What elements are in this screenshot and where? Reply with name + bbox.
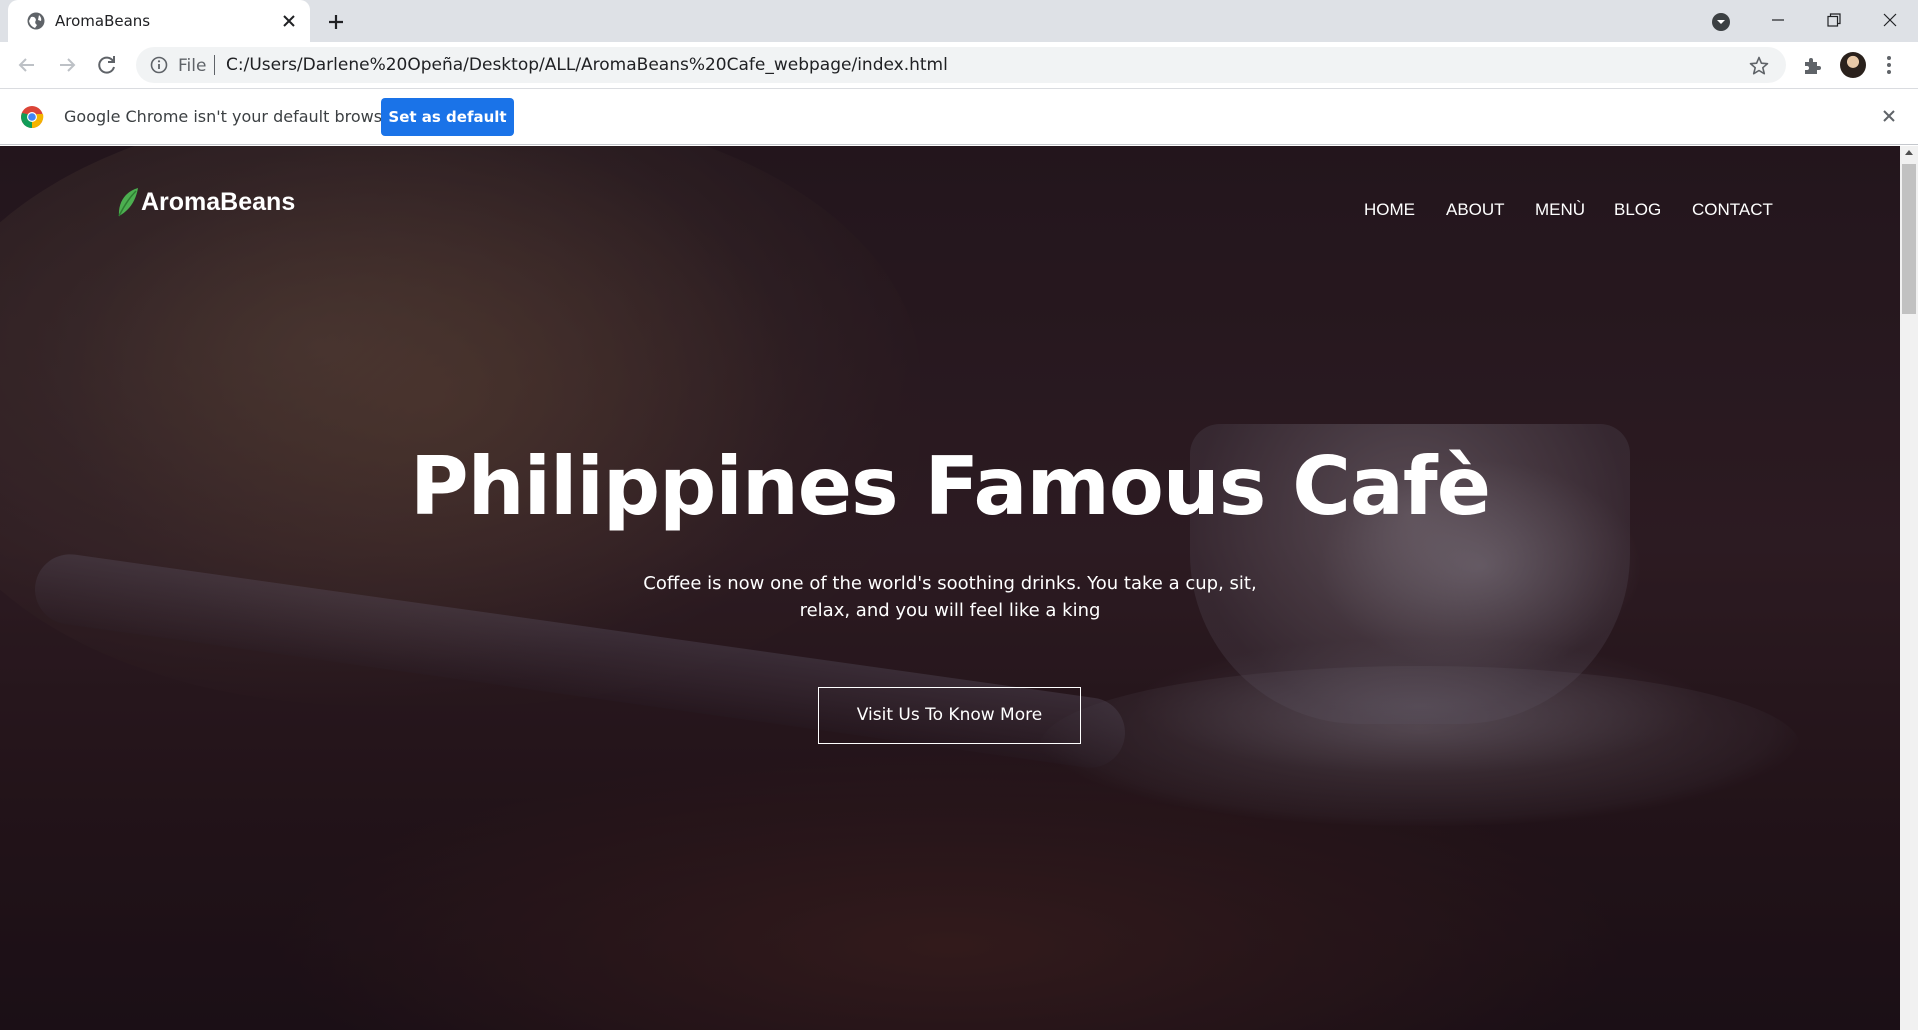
plus-icon[interactable] <box>324 10 348 34</box>
url-text[interactable]: C:/Users/Darlene%20Opeña/Desktop/ALL/Aro… <box>226 55 948 75</box>
globe-icon <box>27 12 45 30</box>
close-icon <box>1883 13 1897 27</box>
site-nav: HOME ABOUT MENÙ BLOG CONTACT <box>0 200 1900 224</box>
nav-home[interactable]: HOME <box>1364 200 1415 220</box>
tab-search-icon[interactable] <box>1710 11 1732 33</box>
minimize-icon <box>1772 19 1784 21</box>
infobar-message: Google Chrome isn't your default browser <box>64 107 399 126</box>
chrome-logo-icon <box>21 106 44 128</box>
nav-blog[interactable]: BLOG <box>1614 200 1661 220</box>
set-as-default-button[interactable]: Set as default <box>381 98 514 136</box>
omnibox-divider <box>214 55 215 75</box>
reload-icon[interactable] <box>94 52 120 78</box>
window-close-button[interactable] <box>1862 0 1918 40</box>
scroll-up-arrow[interactable] <box>1905 150 1913 155</box>
nav-contact[interactable]: CONTACT <box>1692 200 1773 220</box>
tab-title: AromaBeans <box>55 12 151 30</box>
forward-icon[interactable] <box>54 52 80 78</box>
close-icon[interactable] <box>280 12 298 30</box>
puzzle-icon[interactable] <box>1801 53 1825 77</box>
hero-title: Philippines Famous Cafè <box>410 440 1491 533</box>
back-icon[interactable] <box>14 52 40 78</box>
default-browser-infobar: Google Chrome isn't your default browser… <box>0 88 1918 145</box>
nav-about[interactable]: ABOUT <box>1446 200 1505 220</box>
kebab-menu-icon[interactable] <box>1884 54 1894 76</box>
restore-icon <box>1827 13 1841 27</box>
page-viewport: AromaBeans HOME ABOUT MENÙ BLOG CONTACT … <box>0 146 1900 1030</box>
nav-menu[interactable]: MENÙ <box>1535 200 1585 220</box>
hero-subtitle: Coffee is now one of the world's soothin… <box>643 573 1257 621</box>
info-icon[interactable] <box>150 56 168 74</box>
restore-button[interactable] <box>1806 0 1862 40</box>
minimize-button[interactable] <box>1750 0 1806 40</box>
address-bar[interactable]: File C:/Users/Darlene%20Opeña/Desktop/AL… <box>136 47 1786 83</box>
tab-strip: AromaBeans <box>0 0 1918 42</box>
browser-toolbar: File C:/Users/Darlene%20Opeña/Desktop/AL… <box>0 42 1918 88</box>
scroll-thumb[interactable] <box>1902 164 1916 314</box>
file-label: File <box>178 56 207 76</box>
star-icon[interactable] <box>1748 55 1770 77</box>
avatar[interactable] <box>1840 52 1866 78</box>
browser-tab[interactable]: AromaBeans <box>8 0 310 42</box>
page-scrollbar[interactable] <box>1900 146 1918 1030</box>
close-icon[interactable] <box>1880 107 1898 125</box>
visit-us-button[interactable]: Visit Us To Know More <box>818 687 1081 744</box>
